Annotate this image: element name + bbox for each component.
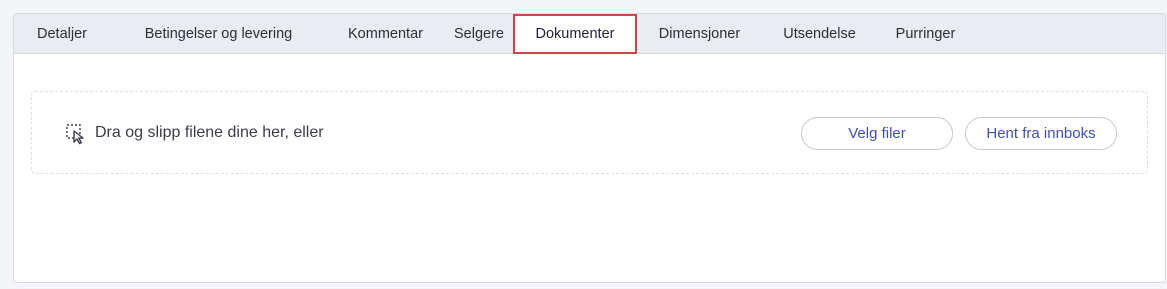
dropzone-instruction: Dra og slipp filene dine her, eller: [95, 124, 324, 141]
tab-utsendelse[interactable]: Utsendelse: [762, 14, 877, 54]
tab-dimensjoner[interactable]: Dimensjoner: [637, 14, 762, 54]
tab-purringer[interactable]: Purringer: [877, 14, 974, 54]
fetch-from-inbox-button[interactable]: Hent fra innboks: [965, 117, 1117, 150]
file-dropzone[interactable]: Dra og slipp filene dine her, eller Velg…: [31, 91, 1148, 174]
documents-panel: Detaljer Betingelser og levering Komment…: [13, 13, 1166, 283]
tab-kommentar[interactable]: Kommentar: [327, 14, 444, 54]
tab-selgere[interactable]: Selgere: [444, 14, 514, 54]
tab-dokumenter[interactable]: Dokumenter: [513, 14, 637, 54]
tab-betingelser-og-levering[interactable]: Betingelser og levering: [110, 14, 327, 54]
drag-drop-select-icon: [65, 123, 87, 145]
tab-detaljer[interactable]: Detaljer: [14, 14, 110, 54]
tab-bar: Detaljer Betingelser og levering Komment…: [14, 14, 1165, 54]
choose-files-button[interactable]: Velg filer: [801, 117, 953, 150]
